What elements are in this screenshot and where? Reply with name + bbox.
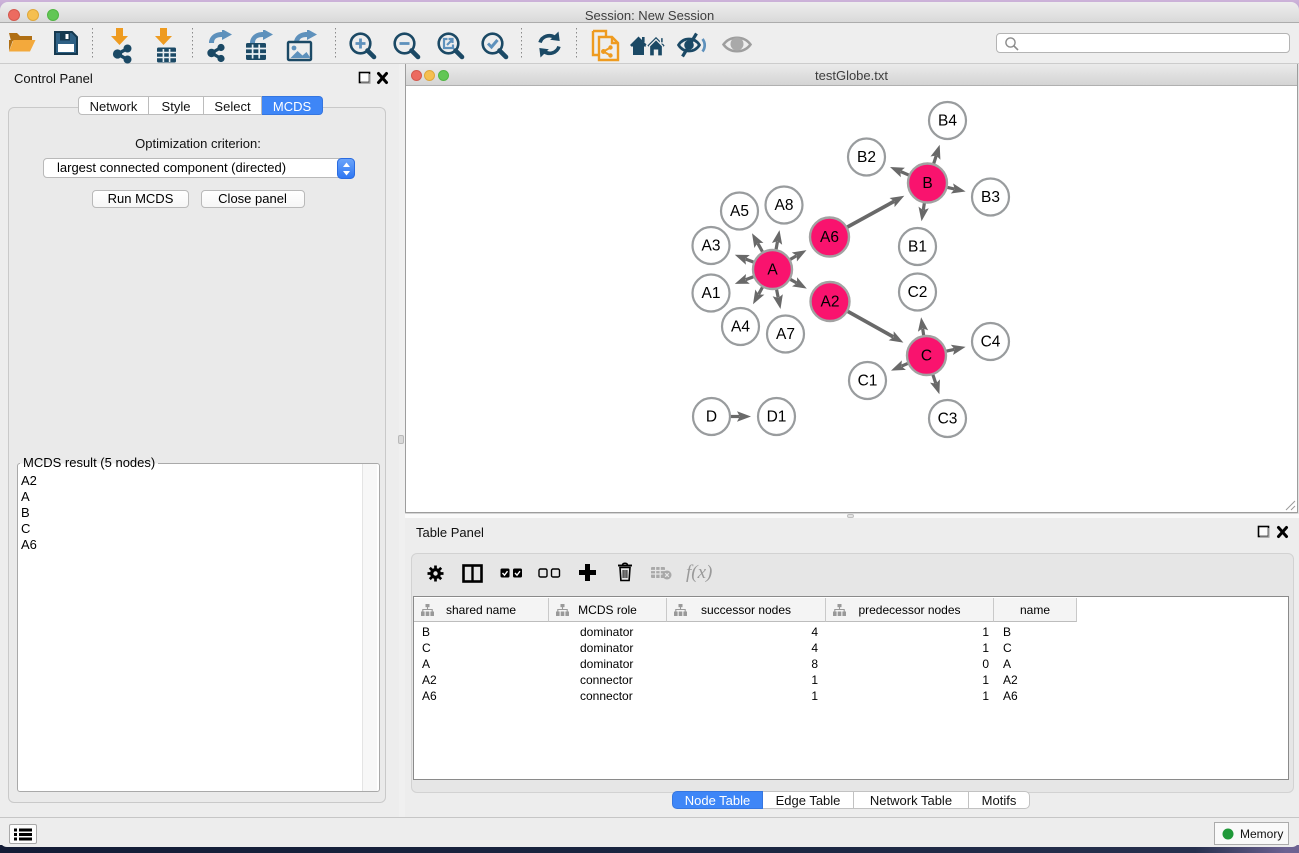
svg-text:B1: B1 <box>908 239 927 256</box>
svg-text:A5: A5 <box>730 203 749 220</box>
svg-text:A4: A4 <box>731 319 750 336</box>
svg-text:B4: B4 <box>938 113 957 130</box>
svg-text:B3: B3 <box>981 189 1000 206</box>
svg-text:C4: C4 <box>980 334 1000 351</box>
svg-text:A: A <box>767 262 778 279</box>
svg-text:C1: C1 <box>857 373 877 390</box>
svg-text:A2: A2 <box>820 294 839 311</box>
svg-text:B2: B2 <box>857 149 876 166</box>
svg-text:D1: D1 <box>766 409 786 426</box>
svg-text:D: D <box>705 409 716 426</box>
svg-text:A6: A6 <box>820 229 839 246</box>
svg-text:C: C <box>920 348 931 365</box>
svg-text:B: B <box>922 175 932 192</box>
svg-text:C2: C2 <box>907 284 927 301</box>
svg-text:A3: A3 <box>701 238 720 255</box>
svg-text:C3: C3 <box>937 411 957 428</box>
svg-text:A7: A7 <box>776 326 795 343</box>
svg-text:A1: A1 <box>701 285 720 302</box>
svg-text:A8: A8 <box>774 197 793 214</box>
